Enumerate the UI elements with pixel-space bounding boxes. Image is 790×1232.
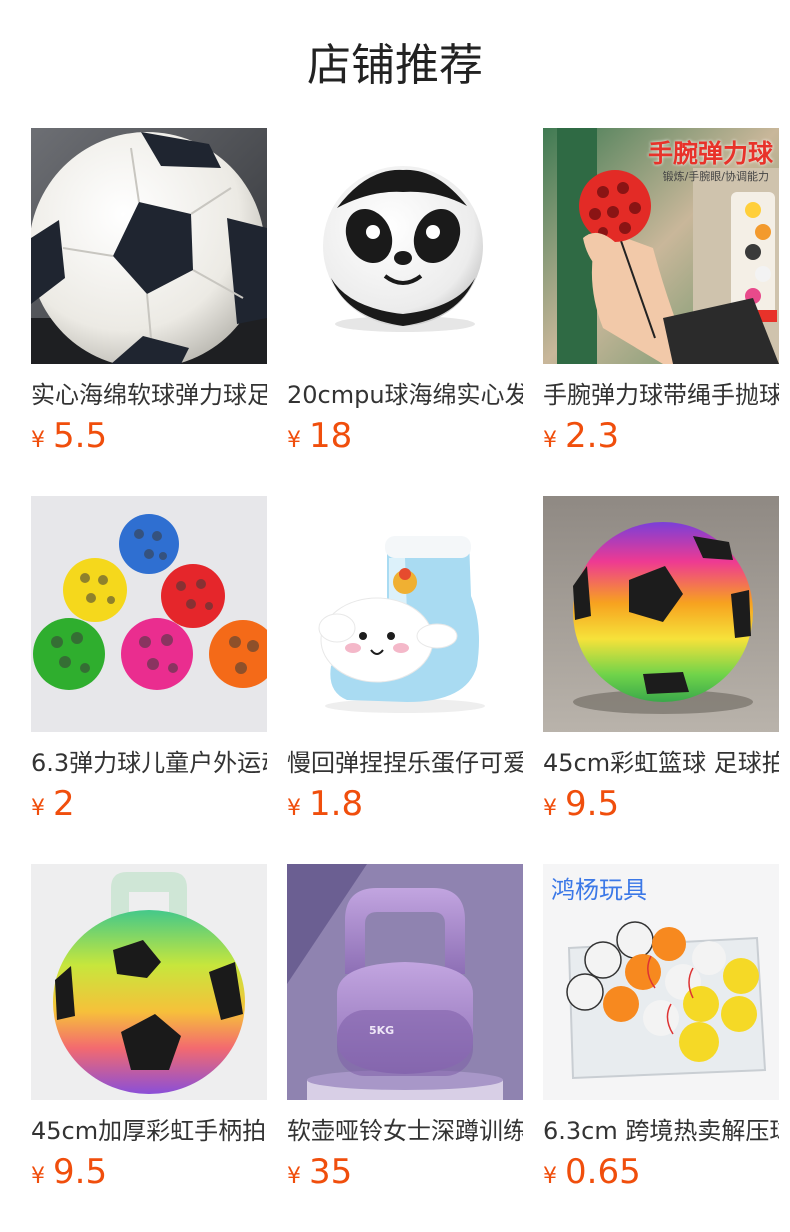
product-card[interactable]: 鸿杨玩具 6.3cm 跨境热卖解压球 ¥0.65 bbox=[543, 864, 779, 1192]
product-card[interactable]: 45cm加厚彩虹手柄拍拍球 ¥9.5 bbox=[31, 864, 267, 1192]
product-card[interactable]: 慢回弹捏捏乐蛋仔可爱 ¥1.8 bbox=[287, 496, 523, 824]
price-value: 18 bbox=[309, 416, 353, 456]
product-image[interactable] bbox=[31, 496, 267, 732]
product-image[interactable] bbox=[31, 128, 267, 364]
product-price: ¥0.65 bbox=[543, 1152, 779, 1192]
price-value: 0.65 bbox=[565, 1152, 641, 1192]
product-name[interactable]: 6.3弹力球儿童户外运动 bbox=[31, 746, 267, 780]
soccer-ball-icon bbox=[31, 128, 267, 364]
currency-symbol: ¥ bbox=[31, 1164, 45, 1189]
kettlebell-icon bbox=[287, 864, 523, 1100]
currency-symbol: ¥ bbox=[543, 428, 557, 453]
product-card[interactable]: 5KG 软壶哑铃女士深蹲训练 ¥35 bbox=[287, 864, 523, 1192]
product-image[interactable] bbox=[31, 864, 267, 1100]
product-name[interactable]: 45cm彩虹篮球 足球拍拍球 bbox=[543, 746, 779, 780]
product-card[interactable]: 45cm彩虹篮球 足球拍拍球 ¥9.5 bbox=[543, 496, 779, 824]
section-title: 店铺推荐 bbox=[307, 40, 483, 91]
product-card[interactable]: 手腕弹力球 锻炼/手腕眼/协调能力 手腕弹力球带绳手抛球 ¥2.3 bbox=[543, 128, 779, 456]
product-price: ¥2 bbox=[31, 784, 267, 824]
price-value: 9.5 bbox=[53, 1152, 108, 1192]
currency-symbol: ¥ bbox=[287, 428, 301, 453]
price-value: 2.3 bbox=[565, 416, 620, 456]
handle-ball-icon bbox=[31, 864, 267, 1100]
currency-symbol: ¥ bbox=[543, 796, 557, 821]
product-price: ¥5.5 bbox=[31, 416, 267, 456]
product-card[interactable]: 20cmpu球海绵实心发泄熊猫球 ¥18 bbox=[287, 128, 523, 456]
product-card[interactable]: 6.3弹力球儿童户外运动 ¥2 bbox=[31, 496, 267, 824]
product-grid: 实心海绵软球弹力球足球 ¥5.5 bbox=[31, 128, 779, 1192]
product-price: ¥18 bbox=[287, 416, 523, 456]
product-price: ¥1.8 bbox=[287, 784, 523, 824]
currency-symbol: ¥ bbox=[543, 1164, 557, 1189]
product-name[interactable]: 手腕弹力球带绳手抛球 bbox=[543, 378, 779, 412]
product-price: ¥2.3 bbox=[543, 416, 779, 456]
product-name[interactable]: 6.3cm 跨境热卖解压球 bbox=[543, 1114, 779, 1148]
product-name[interactable]: 45cm加厚彩虹手柄拍拍球 bbox=[31, 1114, 267, 1148]
image-title-text: 手腕弹力球 bbox=[647, 139, 773, 168]
product-image[interactable]: 鸿杨玩具 bbox=[543, 864, 779, 1100]
price-value: 35 bbox=[309, 1152, 353, 1192]
currency-symbol: ¥ bbox=[31, 428, 45, 453]
brand-label: 鸿杨玩具 bbox=[551, 876, 647, 904]
squishy-boot-icon bbox=[287, 496, 523, 732]
product-image[interactable]: 手腕弹力球 锻炼/手腕眼/协调能力 bbox=[543, 128, 779, 364]
product-name[interactable]: 慢回弹捏捏乐蛋仔可爱 bbox=[287, 746, 523, 780]
image-subtitle-text: 锻炼/手腕眼/协调能力 bbox=[662, 170, 769, 183]
product-name[interactable]: 20cmpu球海绵实心发泄熊猫球 bbox=[287, 378, 523, 412]
currency-symbol: ¥ bbox=[31, 796, 45, 821]
product-image[interactable]: 5KG bbox=[287, 864, 523, 1100]
price-value: 5.5 bbox=[53, 416, 108, 456]
price-value: 2 bbox=[53, 784, 75, 824]
shop-recommend-page: 店铺推荐 实心海绵软球弹力球足 ¥ 5.5 20cmpu球海绵实心发 ¥ 18 … bbox=[0, 0, 790, 1232]
product-image[interactable] bbox=[287, 496, 523, 732]
kettlebell-weight-label: 5KG bbox=[369, 1024, 395, 1037]
product-price: ¥9.5 bbox=[543, 784, 779, 824]
price-value: 1.8 bbox=[309, 784, 364, 824]
product-card[interactable]: 实心海绵软球弹力球足球 ¥5.5 bbox=[31, 128, 267, 456]
currency-symbol: ¥ bbox=[287, 1164, 301, 1189]
panda-ball-icon bbox=[287, 128, 523, 364]
product-name[interactable]: 软壶哑铃女士深蹲训练 bbox=[287, 1114, 523, 1148]
currency-symbol: ¥ bbox=[287, 796, 301, 821]
product-image[interactable] bbox=[543, 496, 779, 732]
product-price: ¥9.5 bbox=[31, 1152, 267, 1192]
product-name[interactable]: 实心海绵软球弹力球足球 bbox=[31, 378, 267, 412]
rainbow-ball-icon bbox=[543, 496, 779, 732]
product-price: ¥35 bbox=[287, 1152, 523, 1192]
moon-balls-icon bbox=[31, 496, 267, 732]
product-image[interactable] bbox=[287, 128, 523, 364]
price-value: 9.5 bbox=[565, 784, 620, 824]
